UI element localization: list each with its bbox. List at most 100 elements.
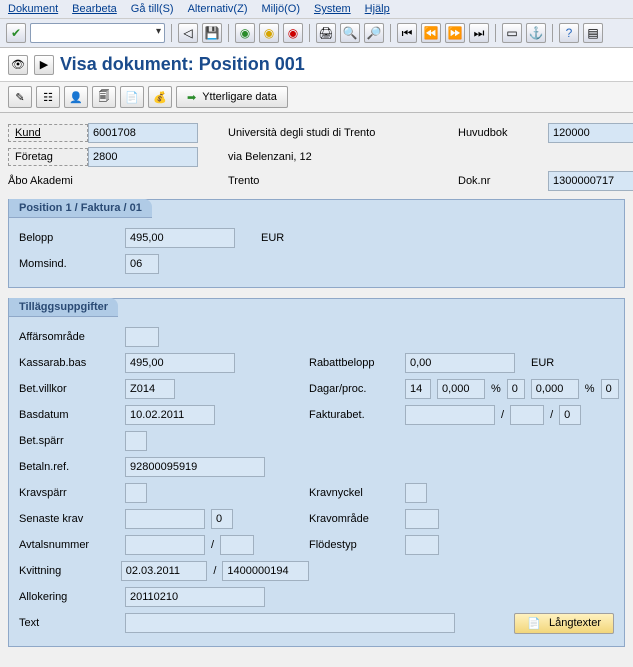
separator: [228, 24, 229, 42]
kassarab-label: Kassarab.bas: [19, 357, 119, 369]
basdatum-label: Basdatum: [19, 409, 119, 421]
command-field[interactable]: [30, 23, 165, 43]
kvittning-label: Kvittning: [19, 565, 115, 577]
dagar-d1: 14: [405, 379, 431, 399]
dagar-label: Dagar/proc.: [309, 383, 399, 395]
shortcut-icon[interactable]: ⚓: [526, 23, 546, 43]
kvittning-doc: 1400000194: [222, 561, 309, 581]
rabatt-label: Rabattbelopp: [309, 357, 399, 369]
position-tab: Position 1 / Faktura / 01: [9, 199, 152, 218]
text-label: Text: [19, 617, 119, 629]
separator: [309, 24, 310, 42]
toggle-edit-icon[interactable]: ✎: [8, 86, 32, 108]
menu-hjalp[interactable]: Hjälp: [365, 3, 390, 15]
affarsomrade-value: [125, 327, 159, 347]
find-icon[interactable]: 🔍: [340, 23, 360, 43]
faktura-label: Fakturabet.: [309, 409, 399, 421]
momsind-label: Momsind.: [19, 258, 119, 270]
huvudbok-value: 120000: [548, 123, 633, 143]
help-icon[interactable]: ?: [559, 23, 579, 43]
avtal-v1: [125, 535, 205, 555]
kassarab-value: 495,00: [125, 353, 235, 373]
betalref-label: Betaln.ref.: [19, 461, 119, 473]
senaste-count: 0: [211, 509, 233, 529]
dagar-d2: 0: [507, 379, 525, 399]
document-icon: 📄: [527, 617, 541, 630]
huvudbok-label: Huvudbok: [458, 125, 548, 141]
kravsparr-label: Kravspärr: [19, 487, 119, 499]
separator: [495, 24, 496, 42]
dagar-p2: 0,000: [531, 379, 579, 399]
print-icon[interactable]: 🖨: [316, 23, 336, 43]
separator: [171, 24, 172, 42]
avtal-v2: [220, 535, 254, 555]
menu-system[interactable]: System: [314, 3, 351, 15]
ytterligare-button[interactable]: ➡ Ytterligare data: [176, 86, 288, 108]
rabatt-value: 0,00: [405, 353, 515, 373]
city-value: Trento: [228, 173, 458, 189]
menubar: Dokument Bearbeta Gå till(S) Alternativ(…: [0, 0, 633, 19]
enter-icon[interactable]: ✔: [6, 23, 26, 43]
first-page-icon[interactable]: ⏮: [397, 23, 417, 43]
faktura-v1: [405, 405, 495, 425]
betvillkor-label: Bet.villkor: [19, 383, 119, 395]
pct: %: [585, 383, 595, 395]
foretag-value: 2800: [88, 147, 198, 167]
slash: /: [501, 409, 504, 421]
menu-bearbeta[interactable]: Bearbeta: [72, 3, 117, 15]
new-session-icon[interactable]: ▭: [502, 23, 522, 43]
position-group: Position 1 / Faktura / 01 Belopp 495,00 …: [8, 199, 625, 288]
expand-icon[interactable]: ▶: [34, 55, 54, 75]
save-icon[interactable]: 💾: [202, 23, 222, 43]
senaste-value: [125, 509, 205, 529]
flodestyp-label: Flödestyp: [309, 539, 399, 551]
last-page-icon[interactable]: ⏭: [469, 23, 489, 43]
other-doc-icon[interactable]: ☷: [36, 86, 60, 108]
back-green-icon[interactable]: ◉: [235, 23, 255, 43]
menu-dokument[interactable]: Dokument: [8, 3, 58, 15]
kund-label: Kund: [8, 124, 88, 142]
currency-icon[interactable]: 💰: [148, 86, 172, 108]
kund-value: 6001708: [88, 123, 198, 143]
tillagg-tab: Tilläggsuppgifter: [9, 298, 118, 317]
menu-gatill[interactable]: Gå till(S): [131, 3, 174, 15]
overview-icon[interactable]: 👁: [8, 55, 28, 75]
cancel-icon[interactable]: ◉: [283, 23, 303, 43]
back-icon[interactable]: ◁: [178, 23, 198, 43]
betvillkor-value: Z014: [125, 379, 175, 399]
kravomrade-value: [405, 509, 439, 529]
layout-icon[interactable]: ▤: [583, 23, 603, 43]
langtexter-button[interactable]: 📄 Långtexter: [514, 613, 614, 634]
allokering-label: Allokering: [19, 591, 119, 603]
arrow-right-icon: ➡: [187, 91, 196, 104]
langtexter-label: Långtexter: [549, 617, 601, 629]
exit-icon[interactable]: ◉: [259, 23, 279, 43]
dagar-p1: 0,000: [437, 379, 485, 399]
prev-page-icon[interactable]: ⏪: [421, 23, 441, 43]
display-icon[interactable]: 👤: [64, 86, 88, 108]
belopp-label: Belopp: [19, 232, 119, 244]
pct: %: [491, 383, 501, 395]
next-page-icon[interactable]: ⏩: [445, 23, 465, 43]
header-icon[interactable]: 🗐: [92, 86, 116, 108]
system-toolbar: ✔ ◁ 💾 ◉ ◉ ◉ 🖨 🔍 🔎 ⏮ ⏪ ⏩ ⏭ ▭ ⚓ ? ▤: [0, 19, 633, 48]
menu-alternativ[interactable]: Alternativ(Z): [188, 3, 248, 15]
kravnyckel-label: Kravnyckel: [309, 487, 399, 499]
doknr-label: Dok.nr: [458, 173, 548, 189]
company-name: Åbo Akademi: [8, 173, 198, 189]
kravsparr-value: [125, 483, 147, 503]
slash: /: [213, 565, 216, 577]
header-grid: Kund 6001708 Università degli studi di T…: [8, 123, 625, 191]
kvittning-date: 02.03.2011: [121, 561, 208, 581]
find-next-icon[interactable]: 🔎: [364, 23, 384, 43]
street-value: via Belenzani, 12: [228, 149, 458, 165]
belopp-value: 495,00: [125, 228, 235, 248]
menu-miljo[interactable]: Miljö(O): [261, 3, 300, 15]
taxes-icon[interactable]: 📄: [120, 86, 144, 108]
faktura-v3: 0: [559, 405, 581, 425]
betalref-value: 92800095919: [125, 457, 265, 477]
doknr-value: 1300000717: [548, 171, 633, 191]
text-value: [125, 613, 455, 633]
slash: /: [211, 539, 214, 551]
separator: [552, 24, 553, 42]
